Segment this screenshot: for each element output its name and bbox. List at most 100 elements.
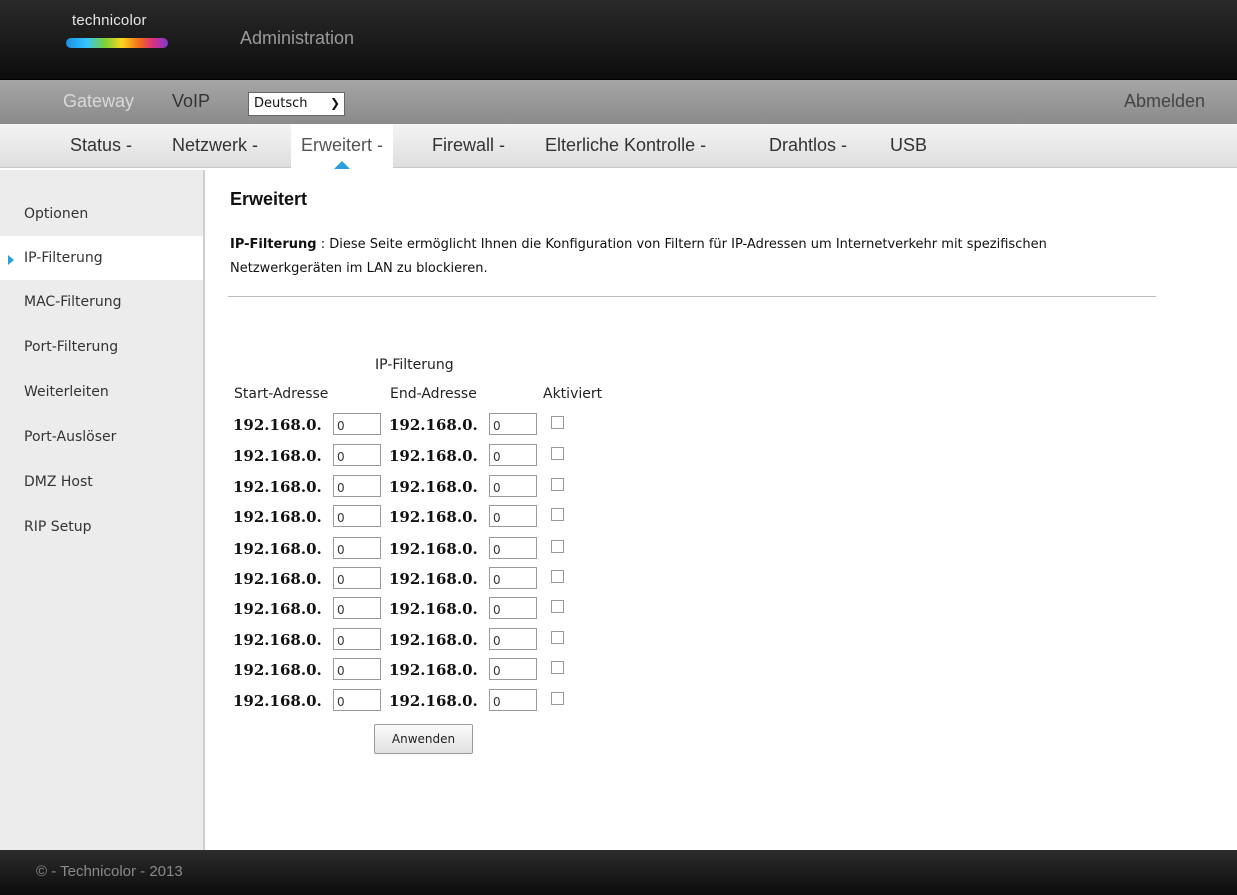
end-ip-prefix: 192.168.0. <box>389 692 478 710</box>
column-header-enabled: Aktiviert <box>543 386 603 402</box>
active-tab-indicator-icon <box>334 161 350 169</box>
start-ip-prefix: 192.168.0. <box>233 478 322 496</box>
sidebar-item-label: MAC-Filterung <box>24 294 122 310</box>
nav-gateway[interactable]: Gateway <box>63 91 134 112</box>
table-row: 192.168.0. 192.168.0. <box>233 628 593 652</box>
end-ip-prefix: 192.168.0. <box>389 631 478 649</box>
filter-table-caption: IP-Filterung <box>375 357 454 373</box>
tab-elterliche-kontrolle[interactable]: Elterliche Kontrolle - <box>545 135 706 156</box>
enabled-checkbox[interactable] <box>551 600 564 613</box>
description-separator: : <box>320 237 326 252</box>
description-label: IP-Filterung <box>230 237 317 252</box>
tab-erweitert[interactable]: Erweitert - <box>291 124 394 169</box>
page-title: Erweitert <box>230 189 308 209</box>
language-select-value: Deutsch <box>254 96 308 111</box>
sidebar-item-ip-filterung[interactable]: IP-Filterung <box>0 236 203 280</box>
end-ip-prefix: 192.168.0. <box>389 540 478 558</box>
enabled-checkbox[interactable] <box>551 661 564 674</box>
tab-erweitert-label: Erweitert - <box>301 135 384 155</box>
sidebar-item-rip-setup[interactable]: RIP Setup <box>0 505 203 549</box>
end-ip-octet-input[interactable] <box>489 413 537 435</box>
table-row: 192.168.0. 192.168.0. <box>233 567 593 591</box>
table-row: 192.168.0. 192.168.0. <box>233 413 593 437</box>
start-ip-prefix: 192.168.0. <box>233 692 322 710</box>
sidebar-item-port-filterung[interactable]: Port-Filterung <box>0 325 203 369</box>
active-item-arrow-icon <box>8 255 14 265</box>
start-ip-octet-input[interactable] <box>333 475 381 497</box>
start-ip-octet-input[interactable] <box>333 658 381 680</box>
tab-drahtlos[interactable]: Drahtlos - <box>769 135 847 156</box>
sidebar-item-label: Optionen <box>24 206 89 222</box>
start-ip-octet-input[interactable] <box>333 444 381 466</box>
tab-firewall[interactable]: Firewall - <box>432 135 505 156</box>
table-row: 192.168.0. 192.168.0. <box>233 475 593 499</box>
end-ip-octet-input[interactable] <box>489 597 537 619</box>
end-ip-prefix: 192.168.0. <box>389 661 478 679</box>
page-header-title: Administration <box>240 28 355 48</box>
sidebar-item-label: Weiterleiten <box>24 384 109 400</box>
start-ip-octet-input[interactable] <box>333 597 381 619</box>
enabled-checkbox[interactable] <box>551 508 564 521</box>
sidebar-item-label: DMZ Host <box>24 474 93 490</box>
table-row: 192.168.0. 192.168.0. <box>233 689 593 713</box>
sidebar-item-mac-filterung[interactable]: MAC-Filterung <box>0 280 203 324</box>
start-ip-octet-input[interactable] <box>333 505 381 527</box>
enabled-checkbox[interactable] <box>551 631 564 644</box>
end-ip-octet-input[interactable] <box>489 537 537 559</box>
sidebar-item-weiterleiten[interactable]: Weiterleiten <box>0 370 203 414</box>
start-ip-octet-input[interactable] <box>333 413 381 435</box>
table-row: 192.168.0. 192.168.0. <box>233 597 593 621</box>
start-ip-octet-input[interactable] <box>333 567 381 589</box>
apply-button[interactable]: Anwenden <box>374 724 473 754</box>
start-ip-prefix: 192.168.0. <box>233 661 322 679</box>
footer: © - Technicolor - 2013 <box>0 850 1237 895</box>
enabled-checkbox[interactable] <box>551 692 564 705</box>
start-ip-octet-input[interactable] <box>333 537 381 559</box>
enabled-checkbox[interactable] <box>551 447 564 460</box>
start-ip-prefix: 192.168.0. <box>233 600 322 618</box>
end-ip-prefix: 192.168.0. <box>389 478 478 496</box>
end-ip-octet-input[interactable] <box>489 475 537 497</box>
end-ip-octet-input[interactable] <box>489 658 537 680</box>
start-ip-prefix: 192.168.0. <box>233 508 322 526</box>
end-ip-octet-input[interactable] <box>489 444 537 466</box>
start-ip-prefix: 192.168.0. <box>233 570 322 588</box>
end-ip-prefix: 192.168.0. <box>389 600 478 618</box>
copyright-text: © - Technicolor - 2013 <box>36 863 183 880</box>
divider <box>228 296 1156 297</box>
chevron-down-icon: ❯ <box>329 96 340 110</box>
technicolor-logo[interactable]: technicolor <box>66 12 170 50</box>
enabled-checkbox[interactable] <box>551 570 564 583</box>
enabled-checkbox[interactable] <box>551 478 564 491</box>
sidebar-item-port-ausloeser[interactable]: Port-Auslöser <box>0 415 203 459</box>
nav-voip[interactable]: VoIP <box>172 91 210 112</box>
start-ip-octet-input[interactable] <box>333 628 381 650</box>
end-ip-octet-input[interactable] <box>489 505 537 527</box>
start-ip-prefix: 192.168.0. <box>233 447 322 465</box>
table-row: 192.168.0. 192.168.0. <box>233 444 593 468</box>
end-ip-prefix: 192.168.0. <box>389 508 478 526</box>
start-ip-prefix: 192.168.0. <box>233 540 322 558</box>
end-ip-octet-input[interactable] <box>489 567 537 589</box>
sidebar: Optionen IP-Filterung MAC-Filterung Port… <box>0 170 205 850</box>
sub-nav: Status - Netzwerk - Erweitert - Firewall… <box>0 124 1237 169</box>
start-ip-prefix: 192.168.0. <box>233 631 322 649</box>
tab-usb[interactable]: USB <box>890 135 927 156</box>
sidebar-item-label: RIP Setup <box>24 519 92 535</box>
logout-link[interactable]: Abmelden <box>1124 91 1205 112</box>
start-ip-octet-input[interactable] <box>333 689 381 711</box>
top-nav: Gateway VoIP Abmelden <box>0 80 1237 124</box>
logo-color-bar <box>66 38 168 48</box>
enabled-checkbox[interactable] <box>551 540 564 553</box>
sidebar-item-dmz-host[interactable]: DMZ Host <box>0 460 203 504</box>
tab-netzwerk[interactable]: Netzwerk - <box>172 135 258 156</box>
sidebar-item-optionen[interactable]: Optionen <box>0 192 203 236</box>
page-description: IP-Filterung : Diese Seite ermöglicht Ih… <box>230 233 1130 281</box>
end-ip-octet-input[interactable] <box>489 689 537 711</box>
sidebar-item-label: Port-Auslöser <box>24 429 117 445</box>
sidebar-item-label: Port-Filterung <box>24 339 119 355</box>
tab-status[interactable]: Status - <box>70 135 132 156</box>
language-select[interactable]: Deutsch ❯ <box>248 92 345 116</box>
enabled-checkbox[interactable] <box>551 416 564 429</box>
end-ip-octet-input[interactable] <box>489 628 537 650</box>
